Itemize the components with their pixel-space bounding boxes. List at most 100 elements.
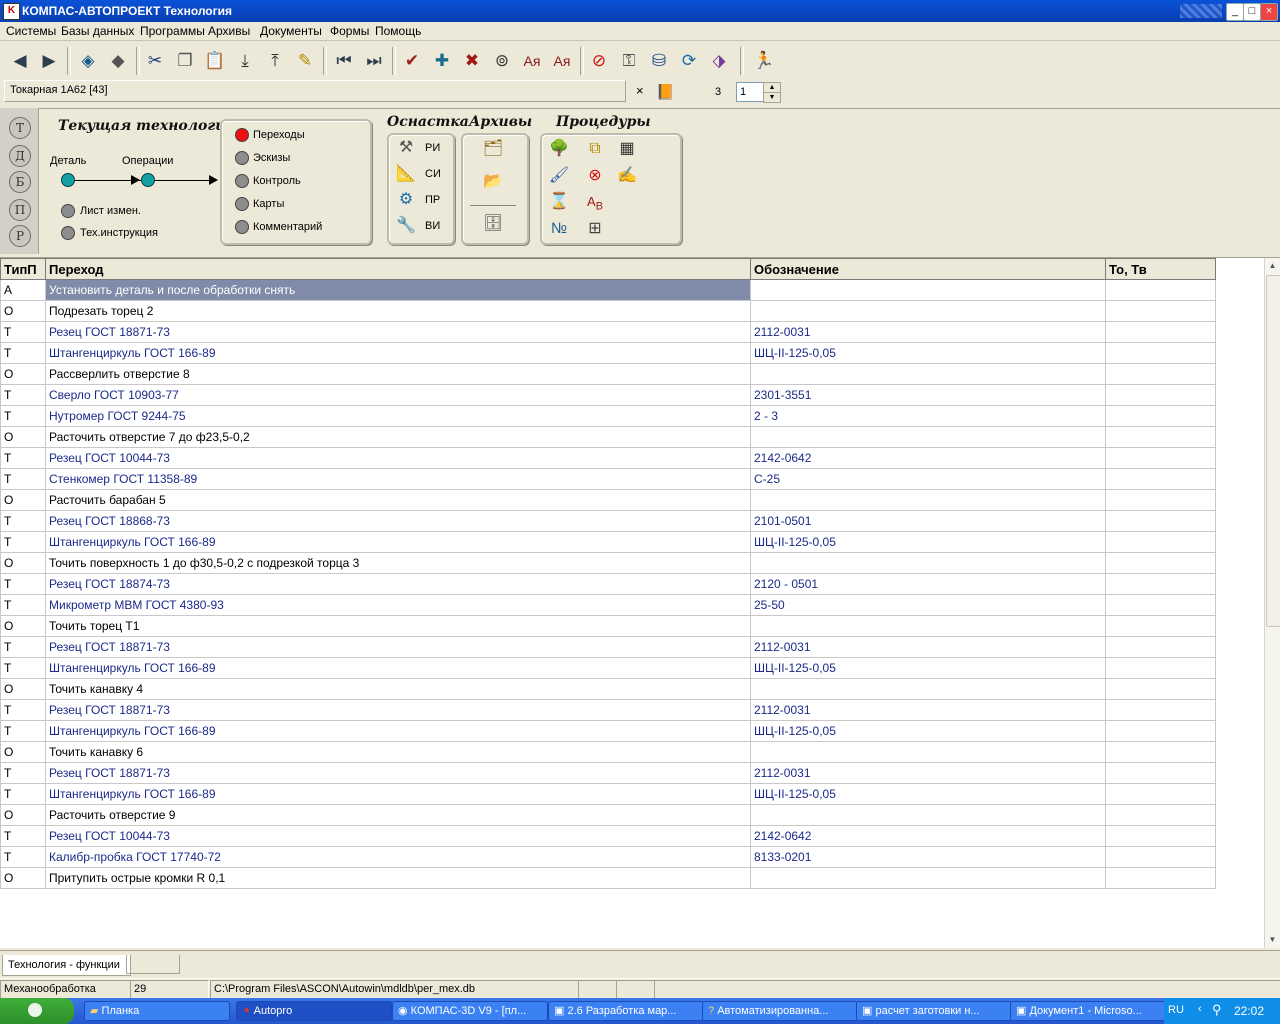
- archive-db-icon[interactable]: 🗄: [482, 214, 504, 234]
- cell-designation[interactable]: ШЦ-II-125-0,05: [750, 720, 1106, 742]
- table-row[interactable]: Т Штангенциркуль ГОСТ 166-89 ШЦ-II-125-0,0…: [0, 342, 1216, 364]
- cell-transition[interactable]: Штангенциркуль ГОСТ 166-89: [45, 720, 751, 742]
- cell-type[interactable]: Т: [0, 657, 46, 679]
- menu-documents[interactable]: Документы: [260, 24, 322, 38]
- strip-button-p[interactable]: П: [9, 199, 31, 221]
- cell-transition[interactable]: Точить торец Т1: [45, 615, 751, 637]
- hourglass-icon[interactable]: ⌛: [548, 192, 570, 212]
- fixture-icon[interactable]: ⚙: [395, 190, 417, 210]
- start-button[interactable]: [0, 998, 74, 1024]
- cell-transition[interactable]: Штангенциркуль ГОСТ 166-89: [45, 657, 751, 679]
- cell-time[interactable]: [1105, 804, 1216, 826]
- aux-tool-icon[interactable]: 🔧: [395, 216, 417, 236]
- cell-type[interactable]: Т: [0, 783, 46, 805]
- cell-type[interactable]: Т: [0, 342, 46, 364]
- cell-transition[interactable]: Микрометр МВМ ГОСТ 4380-93: [45, 594, 751, 616]
- scroll-up-button[interactable]: ▲: [1265, 258, 1280, 274]
- cell-transition[interactable]: Резец ГОСТ 18871-73: [45, 636, 751, 658]
- vertical-scrollbar[interactable]: ▲ ▼: [1264, 258, 1280, 948]
- cell-designation[interactable]: 2 - 3: [750, 405, 1106, 427]
- table-row[interactable]: О Точить поверхность 1 до ф30,5-0,2 с под…: [0, 552, 1216, 574]
- language-indicator[interactable]: RU: [1168, 1004, 1184, 1016]
- cell-time[interactable]: [1105, 531, 1216, 553]
- cell-type[interactable]: О: [0, 741, 46, 763]
- scroll-thumb[interactable]: [1266, 275, 1280, 627]
- archive-card-icon[interactable]: 🗂: [482, 139, 504, 159]
- menu-databases[interactable]: Базы данных: [61, 24, 134, 38]
- write-icon[interactable]: ✍: [616, 166, 638, 186]
- cell-designation[interactable]: 2112-0031: [750, 762, 1106, 784]
- cell-type[interactable]: Т: [0, 405, 46, 427]
- task-word-3[interactable]: ▣ Документ1 - Microso...: [1010, 1001, 1166, 1021]
- cell-transition[interactable]: Штангенциркуль ГОСТ 166-89: [45, 531, 751, 553]
- search-icon[interactable]: ⚲: [1212, 1002, 1222, 1018]
- cell-time[interactable]: [1105, 321, 1216, 343]
- cell-type[interactable]: Т: [0, 636, 46, 658]
- cell-designation[interactable]: 25-50: [750, 594, 1106, 616]
- table-row[interactable]: Т Резец ГОСТ 18871-73 2112-0031: [0, 636, 1216, 658]
- cell-time[interactable]: [1105, 741, 1216, 763]
- last-icon[interactable]: ⏭: [362, 49, 386, 73]
- edit-icon[interactable]: ✎: [293, 49, 317, 73]
- cell-designation[interactable]: 2112-0031: [750, 321, 1106, 343]
- cell-time[interactable]: [1105, 510, 1216, 532]
- cell-type[interactable]: О: [0, 300, 46, 322]
- cell-transition[interactable]: Точить канавку 4: [45, 678, 751, 700]
- table-row[interactable]: Т Резец ГОСТ 10044-73 2142-0642: [0, 447, 1216, 469]
- cell-type[interactable]: Т: [0, 573, 46, 595]
- paste-icon[interactable]: 📋: [203, 49, 227, 73]
- sketches-dot[interactable]: [235, 151, 249, 165]
- tree-icon[interactable]: 🌳: [548, 139, 570, 159]
- table-row[interactable]: Т Штангенциркуль ГОСТ 166-89 ШЦ-II-125-0,0…: [0, 531, 1216, 553]
- prev-icon[interactable]: ◀: [8, 49, 32, 73]
- cell-time[interactable]: [1105, 720, 1216, 742]
- cell-transition[interactable]: Расточить отверстие 9: [45, 804, 751, 826]
- strip-button-d[interactable]: Д: [9, 145, 31, 167]
- cell-time[interactable]: [1105, 657, 1216, 679]
- cell-type[interactable]: О: [0, 489, 46, 511]
- cell-designation[interactable]: 2120 - 0501: [750, 573, 1106, 595]
- measure-tool-icon[interactable]: 📐: [395, 164, 417, 184]
- osnastka-pr[interactable]: ПР: [425, 194, 440, 206]
- cell-time[interactable]: [1105, 678, 1216, 700]
- copy-icon[interactable]: ❐: [173, 49, 197, 73]
- cell-transition[interactable]: Резец ГОСТ 18871-73: [45, 321, 751, 343]
- cell-transition[interactable]: Штангенциркуль ГОСТ 166-89: [45, 342, 751, 364]
- table-row[interactable]: О Подрезать торец 2: [0, 300, 1216, 322]
- cutting-tool-icon[interactable]: ⚒: [395, 138, 417, 158]
- scroll-down-button[interactable]: ▼: [1265, 932, 1280, 948]
- insert-up-icon[interactable]: ⤒: [263, 49, 287, 73]
- cell-transition[interactable]: Штангенциркуль ГОСТ 166-89: [45, 783, 751, 805]
- stop-icon[interactable]: ⊘: [587, 49, 611, 73]
- cell-type[interactable]: О: [0, 552, 46, 574]
- minimize-button[interactable]: _: [1226, 3, 1244, 21]
- cell-designation[interactable]: [750, 426, 1106, 448]
- table-row[interactable]: Т Штангенциркуль ГОСТ 166-89 ШЦ-II-125-0,0…: [0, 657, 1216, 679]
- cell-transition[interactable]: Сверло ГОСТ 10903-77: [45, 384, 751, 406]
- cell-time[interactable]: [1105, 867, 1216, 889]
- cell-designation[interactable]: [750, 300, 1106, 322]
- table-row[interactable]: Т Штангенциркуль ГОСТ 166-89 ШЦ-II-125-0,0…: [0, 783, 1216, 805]
- sort-az-icon[interactable]: Aя: [520, 49, 544, 73]
- clear-button[interactable]: ×: [636, 83, 644, 98]
- cell-designation[interactable]: [750, 363, 1106, 385]
- table-row[interactable]: О Расточить отверстие 7 до ф23,5-0,2: [0, 426, 1216, 448]
- spell-icon[interactable]: Aя: [550, 49, 574, 73]
- spellcheck-icon[interactable]: AB: [584, 192, 606, 213]
- cell-time[interactable]: [1105, 468, 1216, 490]
- cell-time[interactable]: [1105, 279, 1216, 301]
- cards-dot[interactable]: [235, 197, 249, 211]
- table-row[interactable]: Т Резец ГОСТ 18871-73 2112-0031: [0, 321, 1216, 343]
- cell-designation[interactable]: 2142-0642: [750, 825, 1106, 847]
- comment-dot[interactable]: [235, 220, 249, 234]
- cell-type[interactable]: О: [0, 363, 46, 385]
- menu-programs[interactable]: Программы: [140, 24, 205, 38]
- cell-designation[interactable]: ШЦ-II-125-0,05: [750, 531, 1106, 553]
- column-header-designation[interactable]: Обозначение: [750, 258, 1106, 280]
- cell-designation[interactable]: [750, 279, 1106, 301]
- cell-designation[interactable]: ШЦ-II-125-0,05: [750, 783, 1106, 805]
- add-icon[interactable]: ✚: [430, 49, 454, 73]
- cell-transition[interactable]: Расточить барабан 5: [45, 489, 751, 511]
- cell-transition[interactable]: Резец ГОСТ 10044-73: [45, 825, 751, 847]
- table-row[interactable]: О Точить канавку 4: [0, 678, 1216, 700]
